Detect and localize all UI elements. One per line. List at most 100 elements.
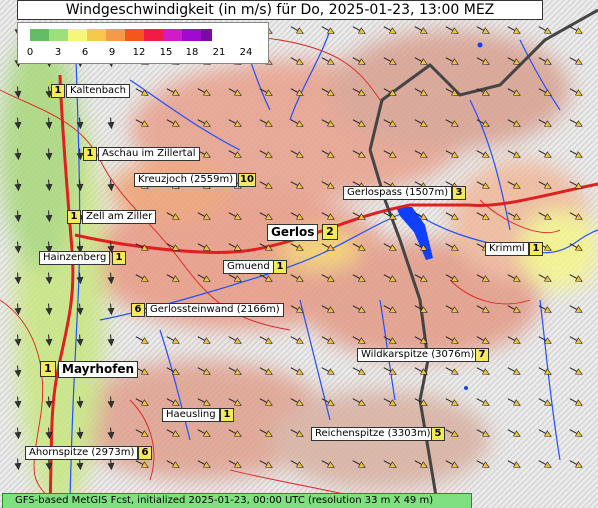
legend-swatch — [125, 29, 144, 41]
wind-arrow — [507, 367, 521, 375]
wind-arrow — [507, 336, 521, 344]
wind-arrow — [14, 334, 22, 347]
wind-arrow — [445, 398, 459, 406]
place-label-kaltenbach[interactable]: Kaltenbach — [66, 84, 131, 98]
wind-arrow — [107, 334, 115, 347]
wind-arrow — [259, 150, 273, 158]
place-label-reichenspitze[interactable]: Reichenspitze (3303m) — [311, 427, 435, 441]
wind-value-badge-aschau: 1 — [83, 147, 97, 161]
wind-value-badge-gerlospass: 3 — [452, 186, 466, 200]
wind-arrow — [445, 243, 459, 251]
wind-arrow — [476, 367, 490, 375]
wind-arrow — [538, 305, 552, 313]
wind-arrow — [538, 88, 552, 96]
wind-arrow — [14, 241, 22, 254]
wind-arrow — [538, 367, 552, 375]
wind-arrow — [197, 150, 211, 158]
place-label-wildkarspitze[interactable]: Wildkarspitze (3076m) — [357, 348, 479, 362]
wind-arrow — [290, 181, 304, 189]
wind-arrow — [290, 26, 304, 34]
wind-arrow — [383, 336, 397, 344]
place-label-gerlossteinwand[interactable]: Gerlossteinwand (2166m) — [146, 303, 284, 317]
place-label-mayrhofen[interactable]: Mayrhofen — [58, 361, 139, 378]
wind-arrow — [538, 274, 552, 282]
wind-arrow — [166, 212, 180, 220]
wind-arrow — [414, 305, 428, 313]
wind-arrow — [445, 26, 459, 34]
wind-arrow — [445, 305, 459, 313]
place-label-gerlos[interactable]: Gerlos — [267, 224, 319, 241]
wind-arrow — [135, 88, 149, 96]
wind-arrow — [107, 303, 115, 316]
wind-arrow — [290, 460, 304, 468]
wind-arrow — [76, 117, 84, 130]
legend-swatch — [68, 29, 87, 41]
wind-value-badge-kreuzjoch: 10 — [238, 173, 256, 187]
wind-arrow — [352, 367, 366, 375]
legend-tick: 24 — [239, 47, 253, 58]
wind-arrow — [569, 336, 583, 344]
wind-arrow — [14, 396, 22, 409]
wind-arrow — [383, 243, 397, 251]
wind-arrow — [45, 148, 53, 161]
place-label-haeusling[interactable]: Haeusling — [162, 408, 220, 422]
place-label-kreuzjoch[interactable]: Kreuzjoch (2559m) — [134, 173, 238, 187]
place-label-hainzenberg[interactable]: Hainzenberg — [39, 251, 111, 265]
wind-arrow — [259, 243, 273, 251]
place-label-gerlospass[interactable]: Gerlospass (1507m) — [343, 186, 453, 200]
wind-arrow — [507, 150, 521, 158]
wind-arrow — [197, 367, 211, 375]
wind-arrow — [352, 88, 366, 96]
wind-arrow — [197, 119, 211, 127]
wind-arrow — [321, 57, 335, 65]
wind-arrow — [290, 429, 304, 437]
wind-arrow — [569, 243, 583, 251]
wind-arrow — [259, 119, 273, 127]
wind-arrow — [414, 398, 428, 406]
wind-arrow — [166, 460, 180, 468]
wind-arrow — [538, 212, 552, 220]
wind-arrow — [228, 367, 242, 375]
wind-arrow — [352, 243, 366, 251]
wind-arrow — [383, 26, 397, 34]
wind-arrow — [290, 57, 304, 65]
wind-arrow — [569, 429, 583, 437]
wind-arrow — [538, 119, 552, 127]
wind-arrow — [383, 57, 397, 65]
wind-arrow — [414, 26, 428, 34]
wind-arrow — [569, 460, 583, 468]
wind-arrow — [290, 274, 304, 282]
legend-tick: 9 — [108, 47, 116, 58]
wind-arrow — [166, 119, 180, 127]
wind-value-badge-kaltenbach: 1 — [51, 84, 65, 98]
wind-value-badge-reichenspitze: 5 — [431, 427, 445, 441]
wind-arrow — [197, 212, 211, 220]
place-label-ahornspitze[interactable]: Ahornspitze (2973m) — [25, 446, 139, 460]
wind-arrow — [228, 429, 242, 437]
wind-arrow — [14, 272, 22, 285]
place-label-zell[interactable]: Zell am Ziller — [82, 210, 157, 224]
place-label-aschau[interactable]: Aschau im Zillertal — [98, 147, 200, 161]
place-label-gmuend[interactable]: Gmuend — [223, 260, 274, 274]
wind-arrow — [76, 303, 84, 316]
wind-value-badge-gerlos: 2 — [322, 224, 338, 240]
legend-swatch — [106, 29, 125, 41]
wind-arrow — [569, 57, 583, 65]
wind-arrow — [383, 460, 397, 468]
wind-arrow — [290, 367, 304, 375]
wind-arrow — [383, 119, 397, 127]
wind-arrow — [321, 243, 335, 251]
legend-tick: 12 — [132, 47, 146, 58]
wind-value-badge-hainzenberg: 1 — [112, 251, 126, 265]
wind-arrow — [569, 119, 583, 127]
legend-tick: 6 — [81, 47, 89, 58]
wind-arrow — [445, 119, 459, 127]
wind-arrow — [321, 88, 335, 96]
wind-arrow — [228, 212, 242, 220]
wind-arrow — [321, 336, 335, 344]
wind-arrow — [445, 336, 459, 344]
place-label-krimml[interactable]: Krimml — [485, 242, 529, 256]
wind-arrow — [507, 460, 521, 468]
wind-arrow — [383, 150, 397, 158]
wind-arrow — [259, 274, 273, 282]
